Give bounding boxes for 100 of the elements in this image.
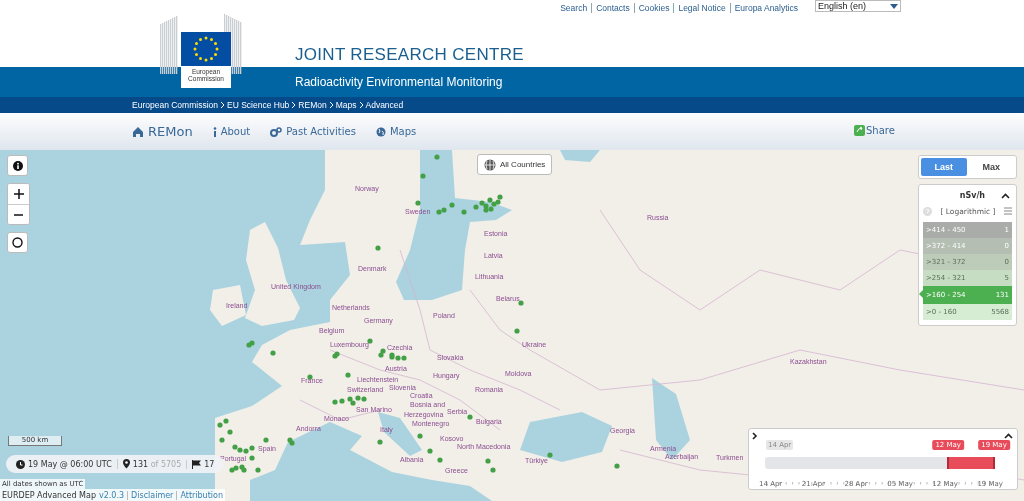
station-marker[interactable] [249,340,255,346]
station-marker[interactable] [263,437,269,443]
language-select[interactable]: English (en) [815,0,901,12]
station-marker[interactable] [332,399,338,405]
date-time: 19 May @ 06:00 UTC [28,459,112,469]
breadcrumb-link[interactable]: Maps [335,100,357,110]
station-marker[interactable] [219,437,225,443]
chevron-right-icon [752,432,758,440]
range-handle[interactable] [947,457,950,469]
station-marker[interactable] [249,445,255,451]
station-marker[interactable] [473,204,479,210]
footer-link[interactable]: Attribution [176,490,223,500]
station-marker[interactable] [355,395,361,401]
station-marker[interactable] [378,352,384,358]
breadcrumb-link[interactable]: European Commission [132,100,218,110]
station-marker[interactable] [339,398,345,404]
station-marker[interactable] [307,374,313,380]
station-marker[interactable] [497,194,503,200]
station-marker[interactable] [490,467,496,473]
station-marker[interactable] [227,429,233,435]
top-link[interactable]: Europa Analytics [730,3,802,13]
unit-label: nSv/h [959,191,985,200]
station-marker[interactable] [436,209,442,215]
station-marker[interactable] [237,447,243,453]
top-link[interactable]: Cookies [634,3,675,13]
station-marker[interactable] [401,355,407,361]
time-slider[interactable] [765,457,994,469]
top-link[interactable]: Search [556,3,593,13]
station-marker[interactable] [518,300,524,306]
breadcrumb-link[interactable]: REMon [298,100,327,110]
eu-flag-icon [181,32,231,66]
station-count: 131 of 5705 [132,459,182,469]
station-marker[interactable] [255,467,261,473]
station-marker[interactable] [491,201,497,207]
station-marker[interactable] [479,200,485,206]
station-marker[interactable] [223,418,229,424]
reset-button[interactable] [7,232,28,253]
station-marker[interactable] [483,207,489,213]
station-marker[interactable] [547,452,553,458]
info-icon [12,160,23,171]
station-marker[interactable] [427,448,433,454]
collapse-button[interactable] [1001,192,1010,199]
share-link[interactable]: Share [854,125,895,136]
station-marker[interactable] [514,328,520,334]
station-marker[interactable] [417,433,423,439]
station-marker[interactable] [467,414,473,420]
footer-link[interactable]: Disclaimer [127,490,174,500]
station-marker[interactable] [249,455,255,461]
station-marker[interactable] [377,439,383,445]
station-marker[interactable] [415,200,421,206]
top-link[interactable]: Contacts [592,3,635,13]
station-marker[interactable] [488,206,494,212]
station-marker[interactable] [434,154,440,160]
station-marker[interactable] [243,448,249,454]
station-marker[interactable] [437,457,443,463]
station-marker[interactable] [217,422,223,428]
info-button[interactable] [7,155,28,176]
nav-link[interactable]: Past Activities [270,126,356,137]
station-marker[interactable] [233,465,239,471]
expand-button[interactable] [752,432,758,440]
info-icon [212,126,217,137]
pointer-icon [919,290,923,298]
station-marker[interactable] [395,355,401,361]
station-marker[interactable] [449,202,455,208]
flag-icon [192,459,202,469]
station-marker[interactable] [229,467,235,473]
selected-range [948,457,994,469]
station-marker[interactable] [367,338,373,344]
breadcrumb-link[interactable]: EU Science Hub [227,100,290,110]
station-marker[interactable] [420,173,426,179]
nav-link[interactable]: About [212,126,251,137]
period-tab[interactable]: Last [921,158,967,176]
plus-icon [13,189,24,199]
station-marker[interactable] [361,396,367,402]
station-marker[interactable] [461,209,467,215]
station-marker[interactable] [487,197,493,203]
home-link[interactable]: REMon [132,124,193,139]
station-marker[interactable] [289,440,295,446]
station-marker[interactable] [495,199,501,205]
dropdown-caret-icon [890,3,898,9]
station-marker[interactable] [380,348,386,354]
station-marker[interactable] [270,350,276,356]
breadcrumb-link[interactable]: Advanced [365,100,404,110]
nav-link[interactable]: Maps [375,126,417,137]
station-marker[interactable] [345,372,351,378]
station-marker[interactable] [441,207,447,213]
range-handle[interactable] [993,457,995,469]
top-link[interactable]: Legal Notice [674,3,731,13]
station-marker[interactable] [614,463,620,469]
station-marker[interactable] [347,396,353,402]
station-marker[interactable] [241,467,247,473]
country-filter-button[interactable]: All Countries [477,154,553,175]
station-marker[interactable] [350,400,356,406]
chevron-icon [358,101,364,109]
station-marker[interactable] [232,444,238,450]
zoom-out-button[interactable] [8,204,29,224]
station-marker[interactable] [375,245,381,251]
station-marker[interactable] [485,458,491,464]
station-marker[interactable] [483,203,489,209]
collapse-button[interactable] [1004,433,1013,439]
